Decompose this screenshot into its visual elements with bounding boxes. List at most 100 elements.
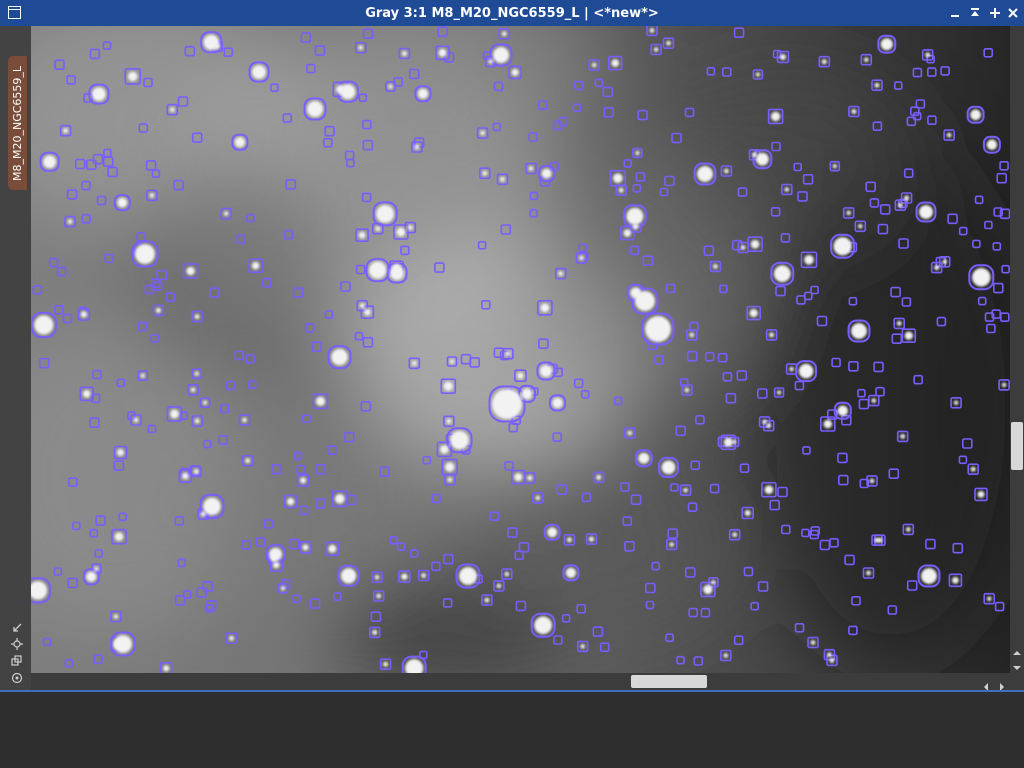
window-titlebar[interactable]: Gray 3:1 M8_M20_NGC6559_L | <*new*> — [0, 0, 1024, 26]
star — [440, 445, 449, 454]
star — [527, 475, 533, 481]
star — [186, 266, 195, 276]
star — [833, 237, 852, 256]
star — [401, 573, 408, 580]
star — [169, 107, 175, 113]
star — [919, 205, 933, 219]
star — [488, 59, 494, 64]
star — [501, 31, 507, 37]
star — [480, 130, 485, 136]
star — [740, 245, 746, 250]
maximize-icon[interactable] — [988, 6, 1002, 20]
vertical-scroll-thumb[interactable] — [1011, 422, 1023, 470]
star — [203, 497, 221, 516]
scrollbar-corner — [1010, 673, 1024, 690]
star — [390, 266, 404, 280]
star — [934, 265, 940, 271]
star — [832, 164, 837, 169]
star — [328, 544, 337, 553]
star — [438, 48, 447, 57]
star — [580, 644, 585, 649]
view-identifier-tab[interactable]: M8_M20_NGC6559_L — [8, 56, 28, 190]
star — [300, 477, 307, 484]
star — [566, 537, 572, 543]
minimize-icon[interactable] — [948, 6, 962, 20]
star — [202, 400, 208, 405]
image-window[interactable]: Gray 3:1 M8_M20_NGC6559_L | <*new*> M8_M… — [0, 0, 1024, 692]
star — [514, 473, 523, 482]
star — [953, 400, 959, 406]
star — [459, 567, 477, 585]
star — [67, 219, 73, 225]
star — [744, 510, 751, 516]
star — [703, 584, 713, 595]
star — [858, 224, 863, 229]
star — [242, 417, 247, 423]
star — [446, 418, 452, 424]
shade-icon[interactable] — [968, 6, 982, 20]
star — [827, 652, 832, 658]
clone-view-icon[interactable] — [11, 655, 23, 667]
star — [689, 332, 695, 338]
star — [540, 303, 550, 313]
star — [223, 211, 229, 216]
star — [517, 372, 524, 379]
star — [904, 195, 910, 201]
star — [942, 259, 948, 265]
scroll-up-arrow-icon[interactable] — [1012, 643, 1022, 655]
star-field-image[interactable] — [31, 26, 1010, 673]
star — [762, 419, 767, 425]
scroll-right-arrow-icon[interactable] — [997, 677, 1007, 690]
star — [155, 307, 161, 313]
star — [396, 227, 406, 237]
star — [970, 466, 976, 472]
star — [713, 264, 718, 269]
star — [780, 54, 786, 60]
crosshair-icon[interactable] — [11, 638, 23, 650]
zoom-fit-icon[interactable] — [11, 622, 23, 634]
star — [661, 460, 676, 475]
star — [898, 202, 903, 208]
close-icon[interactable] — [1006, 6, 1020, 20]
star — [627, 430, 633, 436]
star — [372, 629, 378, 636]
star — [449, 359, 455, 364]
star — [970, 109, 981, 121]
star — [798, 363, 814, 379]
star — [133, 417, 139, 423]
star — [401, 50, 407, 57]
horizontal-scroll-thumb[interactable] — [631, 675, 707, 688]
star — [635, 291, 655, 311]
star — [697, 166, 713, 182]
scroll-down-arrow-icon[interactable] — [1012, 658, 1022, 670]
star — [972, 268, 991, 287]
star — [492, 389, 522, 419]
star — [170, 409, 179, 419]
star — [286, 497, 295, 506]
star — [358, 231, 366, 239]
star — [596, 474, 602, 480]
star — [946, 132, 952, 138]
star — [623, 229, 632, 237]
scroll-left-arrow-icon[interactable] — [981, 677, 991, 690]
target-icon[interactable] — [11, 672, 23, 684]
star — [626, 207, 644, 225]
star — [334, 493, 345, 504]
image-canvas[interactable] — [31, 26, 1010, 673]
star — [750, 239, 760, 249]
star — [251, 261, 260, 270]
star — [450, 430, 469, 450]
star — [866, 570, 871, 576]
star — [810, 640, 816, 645]
star — [669, 542, 674, 547]
star — [414, 144, 420, 150]
vertical-scrollbar[interactable] — [1010, 26, 1024, 673]
star — [904, 331, 913, 340]
star — [358, 45, 364, 51]
star — [383, 661, 389, 667]
star — [591, 62, 597, 68]
horizontal-scrollbar[interactable] — [31, 673, 1010, 690]
star — [269, 547, 283, 561]
star — [986, 596, 992, 601]
star — [504, 571, 510, 577]
